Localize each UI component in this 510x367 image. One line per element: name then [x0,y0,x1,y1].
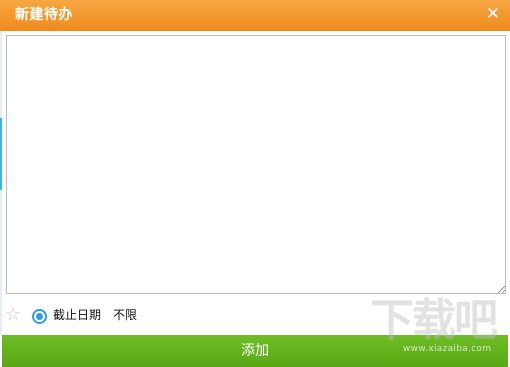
close-icon[interactable]: ✕ [484,5,502,23]
todo-options-row: ☆ 截止日期 不限 [0,305,510,327]
deadline-label: 截止日期 [53,308,102,322]
star-icon[interactable]: ☆ [5,305,21,325]
deadline-value[interactable]: 不限 [113,308,137,323]
title-bar: 新建待办 ✕ [0,0,510,31]
resize-grip-icon[interactable] [498,286,505,293]
new-todo-dialog: 新建待办 ✕ ☆ 截止日期 不限 添加 下载吧 www.xiazaiba.com [0,0,510,367]
dialog-title: 新建待办 [15,7,73,23]
deadline-radio-button[interactable] [32,309,47,324]
todo-content-textarea[interactable] [6,35,506,294]
add-button[interactable]: 添加 [2,335,508,367]
left-edge-accent [0,118,2,190]
